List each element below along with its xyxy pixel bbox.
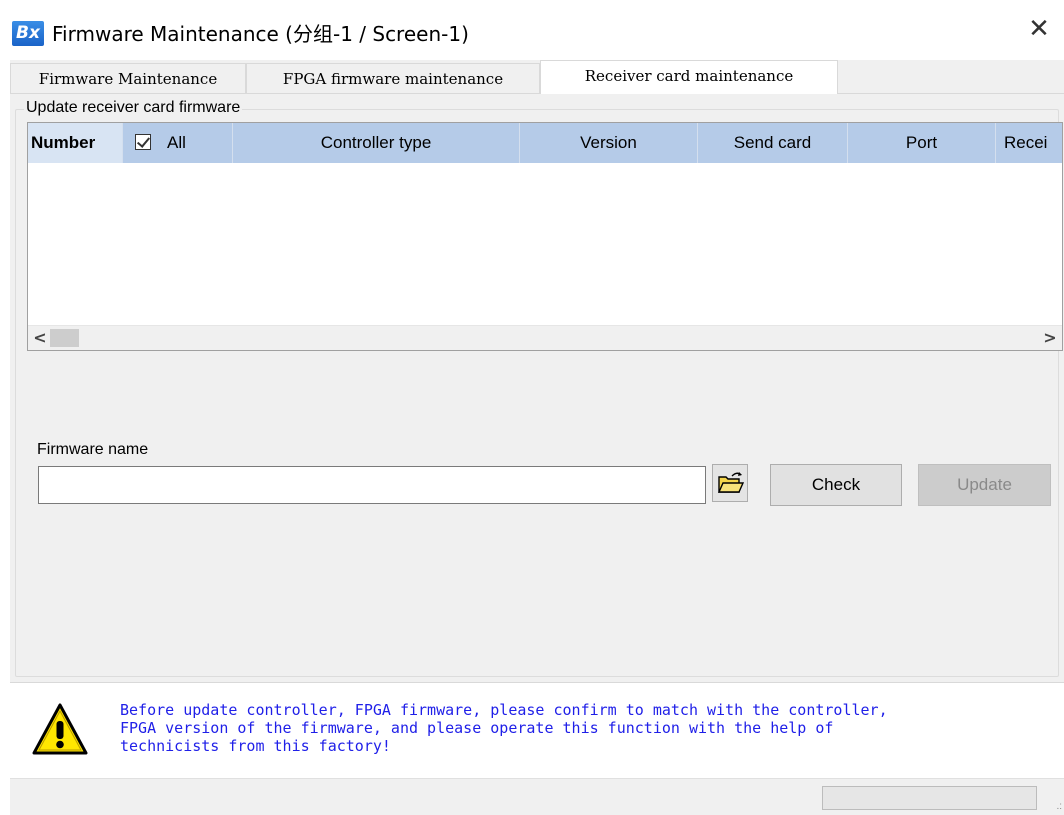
grid-body: [28, 163, 1062, 327]
scroll-right-icon[interactable]: >: [1040, 328, 1060, 348]
column-header-number[interactable]: Number: [28, 123, 123, 163]
title-bar: Bx Firmware Maintenance (分组-1 / Screen-1…: [0, 0, 1064, 60]
tab-fpga-firmware-maintenance[interactable]: FPGA firmware maintenance: [246, 63, 540, 93]
update-button[interactable]: Update: [918, 464, 1051, 506]
column-header-send-card[interactable]: Send card: [698, 123, 848, 163]
close-button[interactable]: ✕: [1028, 16, 1050, 42]
column-header-controller-type[interactable]: Controller type: [233, 123, 520, 163]
update-firmware-groupbox: Update receiver card firmware Number All…: [15, 99, 1063, 677]
tab-strip: Firmware Maintenance FPGA firmware maint…: [10, 60, 1064, 94]
open-folder-icon: [717, 472, 745, 493]
firmware-name-input[interactable]: [38, 466, 706, 504]
resize-grip-icon[interactable]: .:: [1050, 801, 1062, 813]
horizontal-scrollbar[interactable]: < >: [28, 325, 1062, 350]
receiver-card-panel: Update receiver card firmware Number All…: [10, 93, 1064, 682]
warning-area: Before update controller, FPGA firmware,…: [10, 682, 1064, 779]
groupbox-legend: Update receiver card firmware: [24, 99, 243, 117]
tab-receiver-card-maintenance[interactable]: Receiver card maintenance: [540, 60, 838, 94]
scroll-thumb[interactable]: [50, 329, 79, 347]
warning-icon: [32, 703, 88, 755]
window-title: Firmware Maintenance (分组-1 / Screen-1): [52, 22, 469, 46]
column-header-all[interactable]: All: [123, 123, 233, 163]
browse-folder-button[interactable]: [712, 464, 748, 502]
scroll-left-icon[interactable]: <: [30, 328, 50, 348]
select-all-checkbox[interactable]: [135, 134, 151, 150]
check-button[interactable]: Check: [770, 464, 902, 506]
app-logo-icon: Bx: [12, 21, 44, 46]
tab-firmware-maintenance[interactable]: Firmware Maintenance: [10, 63, 246, 93]
status-bar: .:: [10, 778, 1064, 815]
window-body: Firmware Maintenance FPGA firmware maint…: [10, 60, 1064, 815]
progress-bar: [822, 786, 1037, 810]
warning-message: Before update controller, FPGA firmware,…: [120, 701, 888, 755]
column-header-receiver[interactable]: Recei: [996, 123, 1062, 163]
firmware-name-label: Firmware name: [37, 441, 149, 458]
column-header-version[interactable]: Version: [520, 123, 698, 163]
receiver-card-grid[interactable]: Number All Controller type Version Send …: [27, 122, 1063, 351]
column-header-port[interactable]: Port: [848, 123, 996, 163]
grid-header: Number All Controller type Version Send …: [28, 123, 1062, 163]
select-all-label: All: [167, 133, 186, 152]
